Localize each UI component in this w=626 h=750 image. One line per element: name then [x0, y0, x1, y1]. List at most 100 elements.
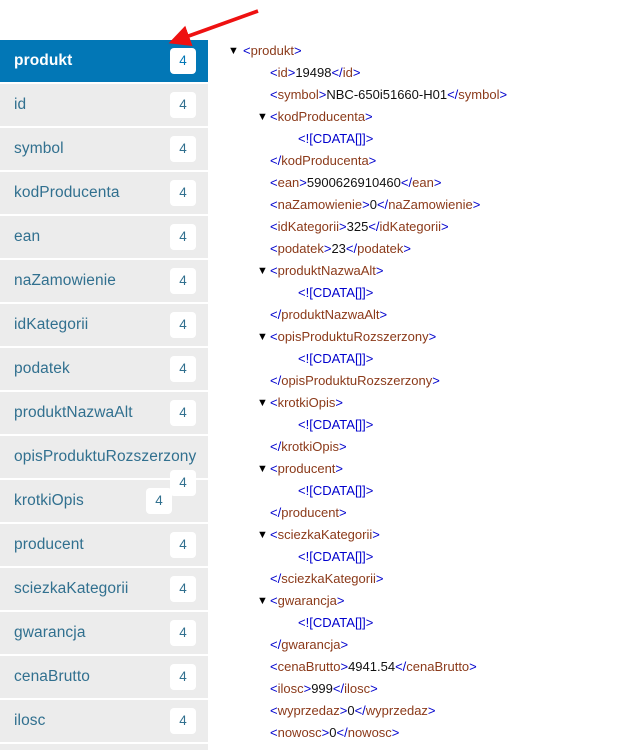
sidebar-item-count-badge: 4 [146, 488, 172, 514]
xml-bracket: < [270, 87, 278, 102]
xml-tag-name: kodProducenta [277, 109, 366, 124]
collapse-triangle-icon[interactable]: ▼ [257, 590, 271, 612]
xml-bracket: < [270, 593, 278, 608]
xml-tag-name: produktNazwaAlt [277, 263, 376, 278]
xml-bracket: > [427, 703, 436, 718]
collapse-triangle-icon[interactable]: ▼ [257, 524, 271, 546]
sidebar-item-id[interactable]: id 4 [0, 84, 208, 126]
xml-line: <id>19498</id> [228, 62, 626, 84]
sidebar-item-gwarancja[interactable]: gwarancja 4 [0, 612, 208, 654]
xml-tag-name: ilosc [344, 681, 371, 696]
xml-line: <podatek>23</podatek> [228, 238, 626, 260]
xml-text-value: 0 [369, 197, 377, 212]
xml-line-content: </opisProduktuRozszerzony> [270, 370, 440, 392]
xml-tag-name: id [342, 65, 353, 80]
collapse-triangle-icon[interactable]: ▼ [257, 458, 271, 480]
xml-line-content: <produkt> [243, 40, 302, 62]
xml-line: <![CDATA[]]> [228, 546, 626, 568]
xml-tag-name: krotkiOpis [281, 439, 340, 454]
xml-text-value: 999 [311, 681, 333, 696]
sidebar-item-naZamowienie[interactable]: naZamowienie 4 [0, 260, 208, 302]
xml-text-value: 0 [347, 703, 355, 718]
xml-text-value: 19498 [295, 65, 332, 80]
sidebar-item-ean[interactable]: ean 4 [0, 216, 208, 258]
xml-line-content: <sciezkaKategorii> [270, 524, 380, 546]
xml-bracket: > [469, 659, 477, 674]
xml-line: <naZamowienie>0</naZamowienie> [228, 194, 626, 216]
xml-bracket: < [270, 703, 278, 718]
sidebar-item-sciezkaKategorii[interactable]: sciezkaKategorii 4 [0, 568, 208, 610]
xml-tag-name: ilosc [277, 681, 304, 696]
xml-tag-name: gwarancja [277, 593, 337, 608]
xml-bracket: </ [270, 571, 282, 586]
sidebar-item-count-badge: 4 [170, 48, 196, 74]
xml-bracket: > [368, 153, 377, 168]
xml-tag-name: produkt [250, 43, 294, 58]
xml-bracket: </ [376, 197, 389, 212]
xml-tag-name: naZamowienie [277, 197, 363, 212]
xml-line: </krotkiOpis> [228, 436, 626, 458]
xml-line-content: </produktNazwaAlt> [270, 304, 387, 326]
xml-bracket: < [270, 681, 278, 696]
sidebar-item-cenaBrutto[interactable]: cenaBrutto 4 [0, 656, 208, 698]
sidebar-item-count-badge: 4 [170, 532, 196, 558]
xml-tag-name: cenaBrutto [277, 659, 341, 674]
sidebar-item-count-badge: 4 [170, 356, 196, 382]
node-list-sidebar[interactable]: produkt 4 id 4 symbol 4 kodProducenta 4 ean 4 naZa… [0, 40, 208, 750]
xml-line: ▼ <opisProduktuRozszerzony> [228, 326, 626, 348]
xml-bracket: < [270, 395, 278, 410]
xml-bracket: > [340, 637, 349, 652]
xml-line-content: <![CDATA[]]> [298, 128, 373, 150]
xml-tag-name: sciezkaKategorii [277, 527, 373, 542]
sidebar-item-partial[interactable] [0, 744, 208, 750]
sidebar-item-opisProduktuRozszerzony[interactable]: opisProduktuRozszerzony 4 [0, 436, 208, 496]
xml-bracket: > [362, 197, 370, 212]
xml-line: <![CDATA[]]> [228, 348, 626, 370]
xml-line-content: </sciezkaKategorii> [270, 568, 383, 590]
xml-line-content: </krotkiOpis> [270, 436, 347, 458]
sidebar-item-label: producent [14, 536, 84, 553]
xml-line: <![CDATA[]]> [228, 414, 626, 436]
sidebar-item-producent[interactable]: producent 4 [0, 524, 208, 566]
xml-line-content: <kodProducenta> [270, 106, 373, 128]
sidebar-item-label: produkt [14, 52, 73, 69]
sidebar-item-count-badge: 4 [170, 92, 196, 118]
xml-bracket: > [375, 571, 384, 586]
collapse-triangle-icon[interactable]: ▼ [257, 106, 271, 128]
xml-tree-viewer[interactable]: ▼ <produkt> <id>19498</id> <symbol>NBC-650i… [228, 40, 626, 750]
collapse-triangle-icon[interactable]: ▼ [228, 40, 242, 62]
xml-line-content: <symbol>NBC-650i51660-H01</symbol> [270, 84, 507, 106]
xml-bracket: > [370, 681, 378, 696]
sidebar-item-idKategorii[interactable]: idKategorii 4 [0, 304, 208, 346]
sidebar-item-kodProducenta[interactable]: kodProducenta 4 [0, 172, 208, 214]
xml-line: <ilosc>999</ilosc> [228, 678, 626, 700]
sidebar-item-label: krotkiOpis [14, 492, 84, 509]
sidebar-item-podatek[interactable]: podatek 4 [0, 348, 208, 390]
collapse-triangle-icon[interactable]: ▼ [257, 392, 271, 414]
sidebar-item-label: sciezkaKategorii [14, 580, 129, 597]
xml-text-value: 5900626910460 [306, 175, 401, 190]
xml-cdata-token: <![CDATA[]]> [298, 549, 374, 564]
sidebar-item-symbol[interactable]: symbol 4 [0, 128, 208, 170]
sidebar-item-produkt[interactable]: produkt 4 [0, 40, 208, 82]
xml-line-content: </producent> [270, 502, 347, 524]
collapse-triangle-icon[interactable]: ▼ [257, 260, 271, 282]
sidebar-item-produktNazwaAlt[interactable]: produktNazwaAlt 4 [0, 392, 208, 434]
xml-bracket: </ [368, 219, 380, 234]
xml-bracket: < [270, 527, 278, 542]
collapse-triangle-icon[interactable]: ▼ [257, 326, 271, 348]
xml-bracket: </ [270, 307, 282, 322]
xml-bracket: </ [270, 153, 282, 168]
xml-line: <![CDATA[]]> [228, 128, 626, 150]
sidebar-item-ilosc[interactable]: ilosc 4 [0, 700, 208, 742]
xml-text-value: NBC-650i51660-H01 [326, 87, 448, 102]
